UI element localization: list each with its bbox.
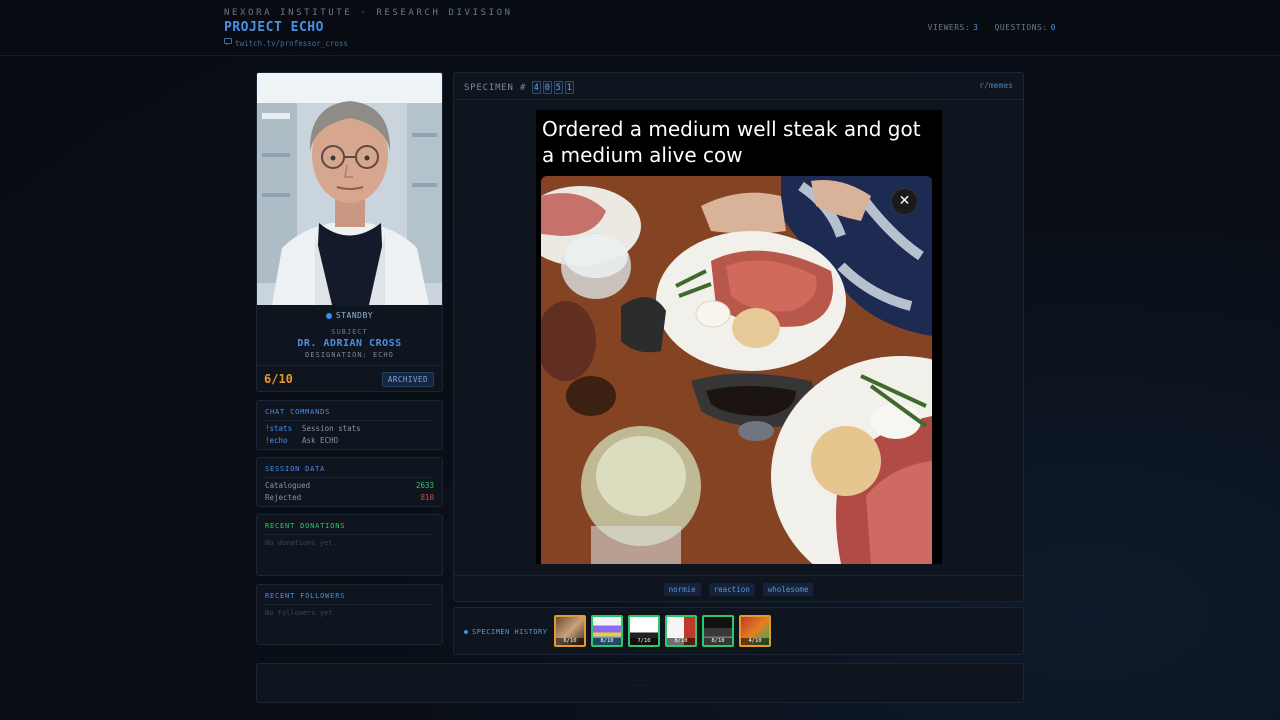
history-thumbnail[interactable]: 8/10	[702, 615, 734, 647]
chat-commands-title: CHAT COMMANDS	[265, 408, 331, 416]
rejected-row: Rejected 810	[265, 493, 434, 502]
meme-caption: Ordered a medium well steak and got a me…	[542, 117, 921, 167]
specimen-digit: 1	[565, 81, 575, 94]
status-indicator: STANDBY	[257, 311, 442, 320]
history-dot-icon	[464, 630, 468, 634]
history-thumbnail[interactable]: 8/10	[665, 615, 697, 647]
specimen-history-panel: SPECIMEN HISTORY 6/10 8/10 7/10 8/10 8/1…	[453, 607, 1024, 655]
steak-photo	[541, 176, 932, 564]
chat-icon	[224, 38, 232, 48]
archived-badge: ARCHIVED	[381, 372, 434, 387]
specimen-digit: 5	[554, 81, 564, 94]
recent-donations-panel: RECENT DONATIONS No donations yet	[256, 514, 443, 576]
thumbnail-score: 8/10	[667, 638, 695, 645]
chat-commands-panel: CHAT COMMANDS !stats Session stats !echo…	[256, 400, 443, 450]
tag-list: normie reaction wholesome	[454, 575, 1023, 603]
command-desc: Ask ECHO	[302, 436, 339, 445]
history-thumbnail[interactable]: 7/10	[628, 615, 660, 647]
command-key: !echo	[265, 436, 288, 445]
specimen-header: SPECIMEN # 4 0 5 1 r/memes	[454, 73, 1023, 100]
history-thumbnails: 6/10 8/10 7/10 8/10 8/10 4/10	[554, 615, 771, 647]
meme-image: Ordered a medium well steak and got a me…	[536, 110, 942, 564]
history-thumbnail[interactable]: 4/10	[739, 615, 771, 647]
subject-profile-card: STANDBY SUBJECT DR. ADRIAN CROSS DESIGNA…	[256, 72, 443, 392]
channel-link-text[interactable]: twitch.tv/professor_cross	[235, 39, 348, 48]
thumbnail-score: 8/10	[593, 638, 621, 645]
catalogued-count: 2633	[415, 481, 434, 490]
tag-chip[interactable]: wholesome	[762, 583, 814, 596]
thumbnail-score: 8/10	[704, 638, 732, 645]
subject-portrait	[257, 73, 442, 305]
specimen-panel: SPECIMEN # 4 0 5 1 r/memes Ordered a med…	[453, 72, 1024, 602]
stream-stats: VIEWERS: 3 QUESTIONS: 0	[928, 23, 1056, 32]
command-key: !stats	[265, 424, 293, 433]
recent-followers-title: RECENT FOLLOWERS	[265, 592, 346, 600]
thumbnail-score: 7/10	[630, 638, 658, 645]
catalogued-row: Catalogued 2633	[265, 481, 434, 490]
command-row: !stats Session stats	[265, 424, 361, 433]
loading-dots: ...	[632, 679, 648, 688]
close-icon[interactable]: ✕	[891, 188, 918, 215]
specimen-digit: 0	[543, 81, 553, 94]
specimen-digit: 4	[532, 81, 542, 94]
rejected-count: 810	[420, 493, 434, 502]
subject-designation: DESIGNATION: ECHO	[305, 351, 394, 359]
divider	[265, 534, 434, 535]
session-data-panel: SESSION DATA Catalogued 2633 Rejected 810	[256, 457, 443, 507]
followers-empty-text: No followers yet	[265, 609, 333, 617]
session-data-title: SESSION DATA	[265, 465, 326, 473]
channel-link[interactable]: twitch.tv/professor_cross	[224, 38, 348, 48]
score-row: 6/10 ARCHIVED	[257, 365, 442, 391]
project-title: PROJECT ECHO	[224, 20, 324, 35]
status-dot-icon	[325, 312, 332, 319]
org-title: NEXORA INSTITUTE · RESEARCH DIVISION	[224, 8, 513, 18]
tag-chip[interactable]: reaction	[708, 583, 755, 596]
top-bar: NEXORA INSTITUTE · RESEARCH DIVISION PRO…	[0, 0, 1280, 56]
history-thumbnail[interactable]: 8/10	[591, 615, 623, 647]
current-score: 6/10	[264, 372, 293, 386]
subject-label: SUBJECT	[331, 328, 368, 336]
subreddit-link[interactable]: r/memes	[979, 81, 1013, 90]
specimen-number: SPECIMEN # 4 0 5 1	[464, 81, 575, 94]
divider	[265, 420, 434, 421]
recent-followers-panel: RECENT FOLLOWERS No followers yet	[256, 584, 443, 645]
history-thumbnail[interactable]: 6/10	[554, 615, 586, 647]
recent-donations-title: RECENT DONATIONS	[265, 522, 346, 530]
donations-empty-text: No donations yet	[265, 539, 333, 547]
specimen-history-title: SPECIMEN HISTORY	[464, 628, 547, 636]
subject-name: DR. ADRIAN CROSS	[297, 338, 402, 349]
viewers-stat: VIEWERS: 3	[927, 23, 979, 32]
divider	[265, 477, 434, 478]
command-row: !echo Ask ECHO	[265, 436, 338, 445]
command-desc: Session stats	[302, 424, 361, 433]
footer-panel: ...	[256, 663, 1024, 703]
divider	[265, 604, 434, 605]
tag-chip[interactable]: normie	[663, 583, 701, 596]
questions-stat: QUESTIONS: 0	[994, 23, 1056, 32]
thumbnail-score: 6/10	[556, 638, 584, 645]
thumbnail-score: 4/10	[741, 638, 769, 645]
